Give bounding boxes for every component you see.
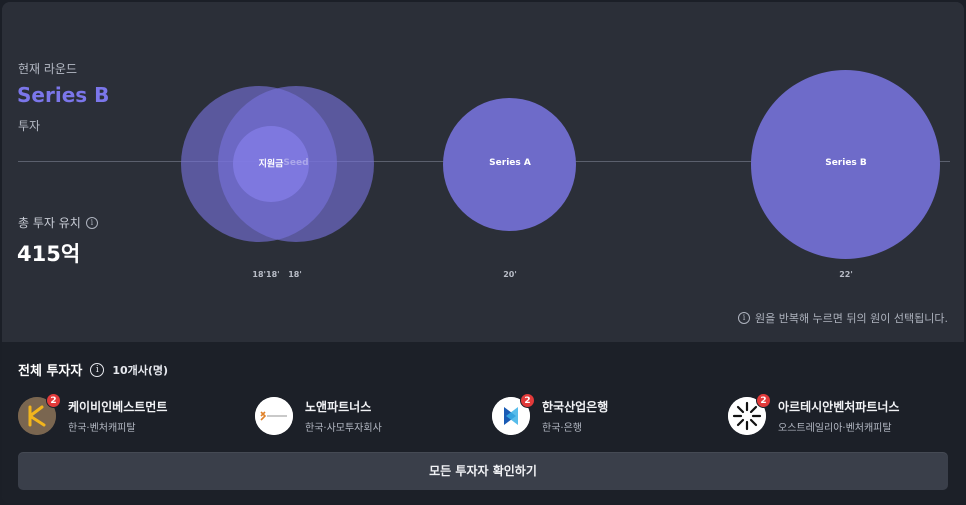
bubble-label-series-b: Series B — [825, 158, 867, 168]
investor-name: 아르테시안벤처파트너스 — [778, 400, 900, 414]
investors-title: 전체 투자자 — [18, 364, 83, 379]
investor-name: 노앤파트너스 — [305, 400, 372, 414]
investor-badge: 2 — [46, 393, 61, 408]
investor-name: 케이비인베스트먼트 — [68, 400, 168, 414]
investor-item[interactable]: 2 케이비인베스트먼트 한국·벤처캐피탈 — [18, 393, 248, 439]
investor-item[interactable]: 노앤파트너스 한국·사모투자회사 — [255, 395, 485, 439]
year-label-seed: 18' — [288, 270, 302, 279]
info-icon: i — [737, 312, 750, 324]
current-round-label: 현재 라운드 — [18, 62, 78, 76]
chart-hint-text: 원을 반복해 누르면 뒤의 원이 선택됩니다. — [754, 312, 948, 325]
bubble-label-seed: Seed — [283, 158, 309, 168]
investor-badge: 2 — [520, 393, 535, 408]
total-investment-label: 총 투자 유치 i — [18, 214, 98, 231]
year-label-series-a: 20' — [503, 270, 517, 279]
noh-partners-logo-icon — [255, 397, 293, 435]
info-icon[interactable]: i — [85, 216, 98, 229]
total-investment-value: 415억 — [17, 242, 81, 266]
bubble-label-series-a: Series A — [489, 158, 531, 168]
investor-badge: 2 — [756, 393, 771, 408]
total-investment-label-text: 총 투자 유치 — [18, 216, 81, 230]
investor-subtitle: 한국·은행 — [542, 423, 582, 434]
year-label-grant: 18'18' — [252, 270, 280, 279]
investor-item[interactable]: 2 아르테시안벤처파트너스 오스트레일리아·벤처캐피탈 — [728, 393, 958, 439]
investor-logo — [255, 397, 293, 435]
investor-subtitle: 한국·벤처캐피탈 — [68, 423, 136, 434]
investor-subtitle: 오스트레일리아·벤처캐피탈 — [778, 423, 892, 434]
investor-item[interactable]: 2 한국산업은행 한국·은행 — [492, 393, 722, 439]
year-label-series-b: 22' — [839, 270, 853, 279]
current-round-value: Series B — [17, 83, 110, 107]
current-round-type: 투자 — [18, 119, 41, 133]
funding-chart-section: 현재 라운드 Series B 투자 총 투자 유치 i 415억 Seed 지… — [2, 2, 964, 342]
investor-name: 한국산업은행 — [542, 400, 609, 414]
info-icon[interactable]: i — [90, 362, 105, 377]
investors-header: 전체 투자자 i 10개사(명) — [18, 360, 168, 379]
view-all-investors-button[interactable]: 모든 투자자 확인하기 — [18, 452, 948, 490]
investors-count: 10개사(명) — [112, 363, 169, 377]
funding-panel: 현재 라운드 Series B 투자 총 투자 유치 i 415억 Seed 지… — [2, 2, 964, 503]
chart-hint: i 원을 반복해 누르면 뒤의 원이 선택됩니다. — [737, 310, 948, 326]
bubble-label-grant: 지원금 — [258, 159, 284, 170]
investor-subtitle: 한국·사모투자회사 — [305, 423, 382, 434]
